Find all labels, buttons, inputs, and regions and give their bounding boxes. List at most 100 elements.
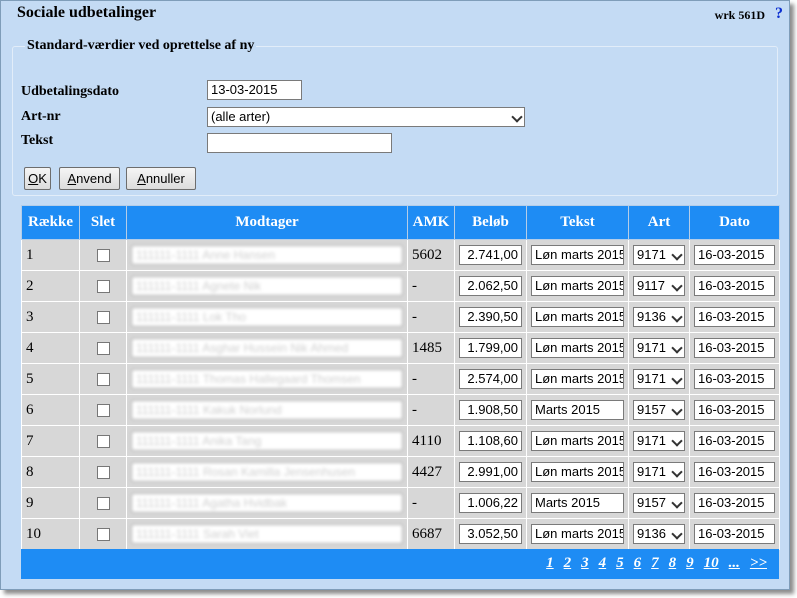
recipient-field[interactable]: 111111-1111 Sarah Viet bbox=[131, 524, 403, 544]
art-selected: 9171 bbox=[637, 371, 666, 386]
art-selected: 9157 bbox=[637, 495, 666, 510]
page-link[interactable]: ... bbox=[729, 555, 740, 572]
page-link[interactable]: >> bbox=[750, 555, 767, 572]
art-select[interactable]: 9136 bbox=[633, 307, 685, 327]
delete-checkbox[interactable] bbox=[96, 465, 110, 479]
date-input[interactable]: 16-03-2015 bbox=[694, 431, 775, 451]
recipient-cell: 111111-1111 Anne Hansen bbox=[126, 239, 408, 271]
date-input[interactable]: 16-03-2015 bbox=[694, 493, 775, 513]
amount-input[interactable]: 1.006,22 bbox=[459, 493, 522, 513]
text-row-input[interactable]: Løn marts 2015 bbox=[531, 338, 624, 358]
text-row-input[interactable]: Løn marts 2015 bbox=[531, 524, 624, 544]
delete-checkbox[interactable] bbox=[96, 248, 110, 262]
page-link[interactable]: 5 bbox=[616, 555, 624, 572]
text-row-input[interactable]: Løn marts 2015 bbox=[531, 462, 624, 482]
amount-input[interactable]: 2.390,50 bbox=[459, 307, 522, 327]
table-header-row: Række Slet Modtager AMK Beløb Tekst Art … bbox=[21, 205, 780, 240]
page-link[interactable]: 9 bbox=[686, 555, 694, 572]
art-cell: 9171 bbox=[628, 239, 690, 271]
cancel-button[interactable]: Annuller bbox=[126, 167, 196, 190]
delete-checkbox[interactable] bbox=[96, 341, 110, 355]
art-select[interactable]: 9157 bbox=[633, 493, 685, 513]
delete-checkbox[interactable] bbox=[96, 403, 110, 417]
page-link[interactable]: 2 bbox=[564, 555, 572, 572]
amount-input[interactable]: 1.108,60 bbox=[459, 431, 522, 451]
recipient-field[interactable]: 111111-1111 Agatha Hvidbak bbox=[131, 493, 403, 513]
art-select[interactable]: 9157 bbox=[633, 400, 685, 420]
amount-cell: 2.574,00 bbox=[454, 363, 527, 395]
text-row-input[interactable]: Løn marts 2015 bbox=[531, 369, 624, 389]
header-amk: AMK bbox=[407, 205, 455, 240]
amount-input[interactable]: 2.574,00 bbox=[459, 369, 522, 389]
delete-checkbox[interactable] bbox=[96, 496, 110, 510]
help-icon[interactable]: ? bbox=[775, 5, 783, 23]
art-select[interactable]: 9136 bbox=[633, 524, 685, 544]
recipient-field[interactable]: 111111-1111 Rosan Kamilla Jensenhusen bbox=[131, 462, 403, 482]
page-link[interactable]: 7 bbox=[651, 555, 659, 572]
page-link[interactable]: 4 bbox=[599, 555, 607, 572]
amount-input[interactable]: 3.052,50 bbox=[459, 524, 522, 544]
table-row: 1 111111-1111 Anne Hansen 5602 2.741,00 Løn … bbox=[21, 239, 780, 271]
art-select[interactable]: 9171 bbox=[633, 245, 685, 265]
table-row: 6 111111-1111 Kakuk Norlund -1.908,50 Marts… bbox=[21, 394, 780, 426]
page-link[interactable]: 6 bbox=[634, 555, 642, 572]
art-select[interactable]: 9171 bbox=[633, 369, 685, 389]
recipient-field[interactable]: 111111-1111 Asghar Hussein Nik Ahmed bbox=[131, 338, 403, 358]
date-input[interactable]: 16-03-2015 bbox=[694, 245, 775, 265]
date-cell: 16-03-2015 bbox=[689, 456, 780, 488]
art-cell: 9157 bbox=[628, 394, 690, 426]
text-row-input[interactable]: Marts 2015 bbox=[531, 400, 624, 420]
date-input[interactable]: 16-03-2015 bbox=[694, 338, 775, 358]
art-nr-select[interactable]: (alle arter) bbox=[207, 107, 525, 127]
art-select[interactable]: 9171 bbox=[633, 338, 685, 358]
delete-checkbox[interactable] bbox=[96, 310, 110, 324]
text-row-input[interactable]: Løn marts 2015 bbox=[531, 276, 624, 296]
table-footer: 1 2 3 4 5 6 7 8 9 10... >> bbox=[21, 549, 779, 579]
delete-cell bbox=[79, 301, 127, 333]
page-link[interactable]: 1 bbox=[546, 555, 554, 572]
delete-checkbox[interactable] bbox=[96, 527, 110, 541]
text-row-input[interactable]: Løn marts 2015 bbox=[531, 307, 624, 327]
amount-input[interactable]: 1.908,50 bbox=[459, 400, 522, 420]
amk-cell: 4427 bbox=[407, 456, 455, 488]
recipient-field[interactable]: 111111-1111 Kakuk Norlund bbox=[131, 400, 403, 420]
recipient-field[interactable]: 111111-1111 Agnete Nik bbox=[131, 276, 403, 296]
apply-button[interactable]: Anvend bbox=[59, 167, 120, 190]
text-row-input[interactable]: Marts 2015 bbox=[531, 493, 624, 513]
art-select[interactable]: 9171 bbox=[633, 431, 685, 451]
text-row-input[interactable]: Løn marts 2015 bbox=[531, 245, 624, 265]
amount-input[interactable]: 1.799,00 bbox=[459, 338, 522, 358]
text-row-input[interactable]: Løn marts 2015 bbox=[531, 431, 624, 451]
delete-checkbox[interactable] bbox=[96, 434, 110, 448]
page-link[interactable]: 8 bbox=[669, 555, 677, 572]
date-input[interactable]: 16-03-2015 bbox=[694, 369, 775, 389]
recipient-field[interactable]: 111111-1111 Anika Tang bbox=[131, 431, 403, 451]
date-input[interactable]: 16-03-2015 bbox=[694, 400, 775, 420]
amount-input[interactable]: 2.991,00 bbox=[459, 462, 522, 482]
art-nr-selected: (alle arter) bbox=[211, 109, 271, 124]
amount-input[interactable]: 2.062,50 bbox=[459, 276, 522, 296]
recipient-field[interactable]: 111111-1111 Anne Hansen bbox=[131, 245, 403, 265]
recipient-field[interactable]: 111111-1111 Lok Tho bbox=[131, 307, 403, 327]
date-input[interactable]: 16-03-2015 bbox=[694, 524, 775, 544]
art-select[interactable]: 9171 bbox=[633, 462, 685, 482]
delete-cell bbox=[79, 270, 127, 302]
page-link[interactable]: 3 bbox=[581, 555, 589, 572]
chevron-down-icon bbox=[671, 249, 683, 261]
recipient-field[interactable]: 111111-1111 Thomas Hallegaard Thomsen bbox=[131, 369, 403, 389]
chevron-down-icon bbox=[671, 528, 683, 540]
delete-checkbox[interactable] bbox=[96, 372, 110, 386]
amount-cell: 2.741,00 bbox=[454, 239, 527, 271]
payment-date-input[interactable]: 13-03-2015 bbox=[207, 80, 302, 100]
art-select[interactable]: 9117 bbox=[633, 276, 685, 296]
art-cell: 9117 bbox=[628, 270, 690, 302]
date-input[interactable]: 16-03-2015 bbox=[694, 462, 775, 482]
ok-button[interactable]: OK bbox=[24, 167, 51, 190]
amount-input[interactable]: 2.741,00 bbox=[459, 245, 522, 265]
date-input[interactable]: 16-03-2015 bbox=[694, 276, 775, 296]
table-row: 4 111111-1111 Asghar Hussein Nik Ahmed 148… bbox=[21, 332, 780, 364]
delete-checkbox[interactable] bbox=[96, 279, 110, 293]
date-input[interactable]: 16-03-2015 bbox=[694, 307, 775, 327]
text-input[interactable] bbox=[207, 133, 392, 153]
page-link[interactable]: 10 bbox=[704, 555, 719, 572]
